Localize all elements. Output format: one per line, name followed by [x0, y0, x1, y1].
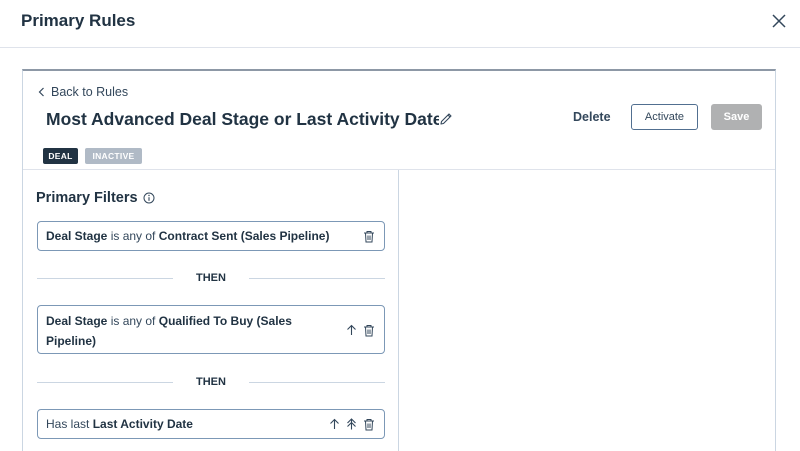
trash-icon	[363, 418, 374, 430]
header-divider	[23, 169, 775, 170]
modal-header: Primary Rules	[0, 0, 800, 48]
move-up-button[interactable]	[328, 417, 341, 431]
primary-filters-heading: Primary Filters	[36, 190, 155, 206]
filter-value: Qualified To Buy (Sales	[158, 314, 292, 328]
rule-title[interactable]: Most Advanced Deal Stage or Last Activit…	[46, 109, 439, 130]
then-separator: THEN	[37, 375, 385, 389]
trash-icon	[363, 230, 374, 242]
double-arrow-up-icon	[347, 418, 356, 430]
filter-actions	[362, 229, 375, 243]
filter-value-continued: Pipeline)	[46, 334, 97, 348]
chevron-left-icon	[38, 87, 44, 97]
primary-filters-label: Primary Filters	[36, 190, 138, 206]
object-type-badge: DEAL	[43, 148, 78, 164]
save-button[interactable]: Save	[711, 104, 762, 130]
close-icon	[772, 14, 786, 28]
rule-card: Back to Rules Most Advanced Deal Stage o…	[22, 69, 776, 451]
filter-item[interactable]: Deal Stage is any of Qualified To Buy (S…	[37, 305, 385, 354]
move-to-top-button[interactable]	[345, 417, 358, 431]
status-badge: INACTIVE	[85, 148, 142, 164]
panel-divider	[398, 170, 399, 451]
filter-field: Deal Stage	[46, 314, 108, 328]
filter-text: Has last Last Activity Date	[46, 414, 193, 434]
activate-button[interactable]: Activate	[631, 104, 698, 130]
modal-title: Primary Rules	[21, 11, 136, 30]
filter-item[interactable]: Deal Stage is any of Contract Sent (Sale…	[37, 221, 385, 251]
filter-actions	[345, 323, 375, 337]
filter-field: Last Activity Date	[92, 417, 193, 431]
close-button[interactable]	[770, 12, 788, 30]
delete-filter-button[interactable]	[362, 229, 375, 243]
pencil-icon	[440, 113, 452, 125]
info-icon[interactable]	[143, 192, 155, 204]
back-to-rules-link[interactable]: Back to Rules	[38, 85, 128, 99]
delete-button[interactable]: Delete	[573, 110, 611, 124]
filter-operator: is any of	[110, 314, 156, 328]
back-to-rules-label: Back to Rules	[51, 85, 129, 99]
delete-filter-button[interactable]	[362, 417, 375, 431]
arrow-up-icon	[330, 418, 339, 429]
trash-icon	[363, 324, 374, 336]
filter-operator: is any of	[110, 229, 156, 243]
delete-filter-button[interactable]	[362, 323, 375, 337]
then-line	[249, 278, 385, 279]
filter-item[interactable]: Has last Last Activity Date	[37, 409, 385, 439]
arrow-up-icon	[347, 324, 356, 335]
filter-value: Contract Sent (Sales Pipeline)	[158, 229, 330, 243]
filter-text: Deal Stage is any of Qualified To Buy (S…	[46, 311, 292, 351]
edit-title-button[interactable]	[439, 112, 453, 126]
filter-prefix: Has last	[46, 417, 90, 431]
filter-field: Deal Stage	[46, 229, 108, 243]
then-separator: THEN	[37, 271, 385, 285]
move-up-button[interactable]	[345, 323, 358, 337]
filter-actions	[328, 417, 375, 431]
then-line	[249, 382, 385, 383]
filter-text: Deal Stage is any of Contract Sent (Sale…	[46, 226, 329, 246]
